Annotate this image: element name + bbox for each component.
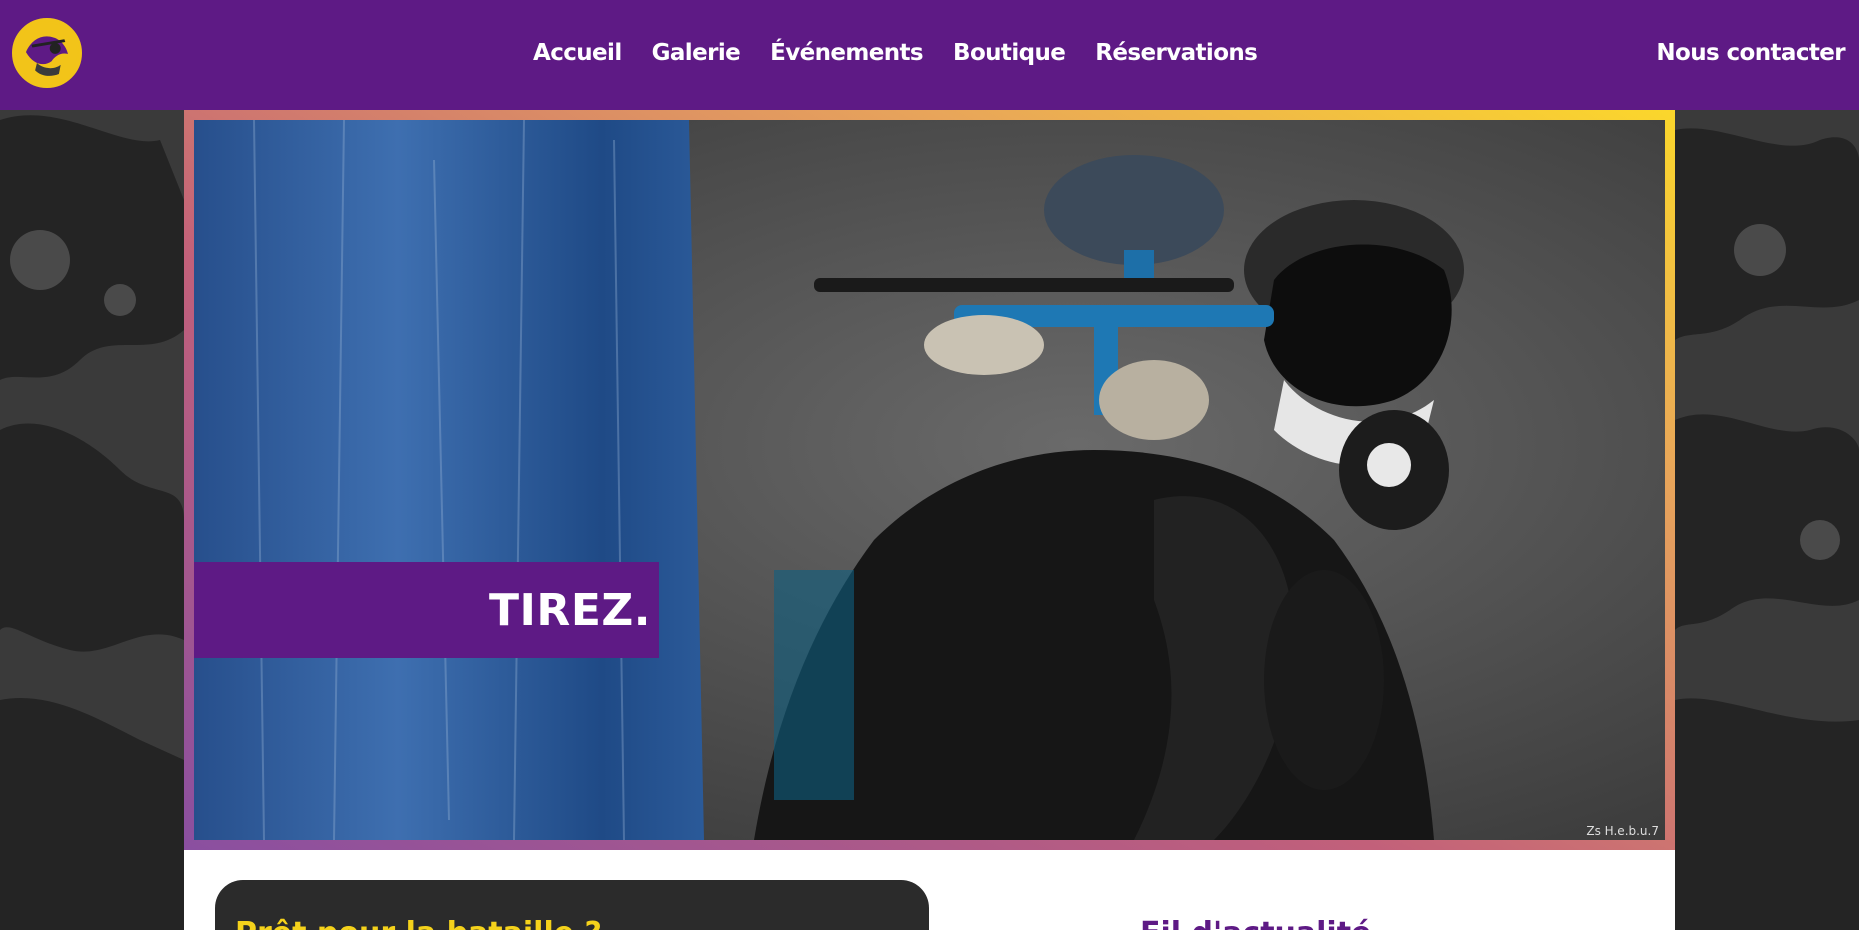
nav-reservations[interactable]: Réservations	[1095, 40, 1258, 66]
photo-watermark: Zs H.e.b.u.7	[1586, 824, 1659, 838]
hero-image: TIREZ. Zs H.e.b.u.7	[194, 120, 1665, 840]
nav-boutique[interactable]: Boutique	[953, 40, 1066, 66]
nav-evenements[interactable]: Événements	[770, 40, 924, 66]
site-header: Accueil Galerie Événements Boutique Rése…	[0, 0, 1859, 110]
news-feed-title: Fil d'actualité	[1140, 916, 1371, 930]
nav-galerie[interactable]: Galerie	[652, 40, 741, 66]
nav-accueil[interactable]: Accueil	[533, 40, 622, 66]
battle-card: Prêt pour la bataille ?	[215, 880, 929, 930]
hero-caption: TIREZ.	[489, 584, 651, 636]
hero-caption-box: TIREZ.	[194, 562, 659, 658]
contact-link[interactable]: Nous contacter	[1656, 40, 1845, 66]
hero-frame: TIREZ. Zs H.e.b.u.7	[184, 110, 1675, 850]
paintball-logo[interactable]	[12, 18, 82, 88]
main-nav: Accueil Galerie Événements Boutique Rése…	[533, 40, 1258, 66]
battle-card-title: Prêt pour la bataille ?	[235, 916, 602, 930]
main-content: TIREZ. Zs H.e.b.u.7 Prêt pour la bataill…	[184, 110, 1675, 930]
